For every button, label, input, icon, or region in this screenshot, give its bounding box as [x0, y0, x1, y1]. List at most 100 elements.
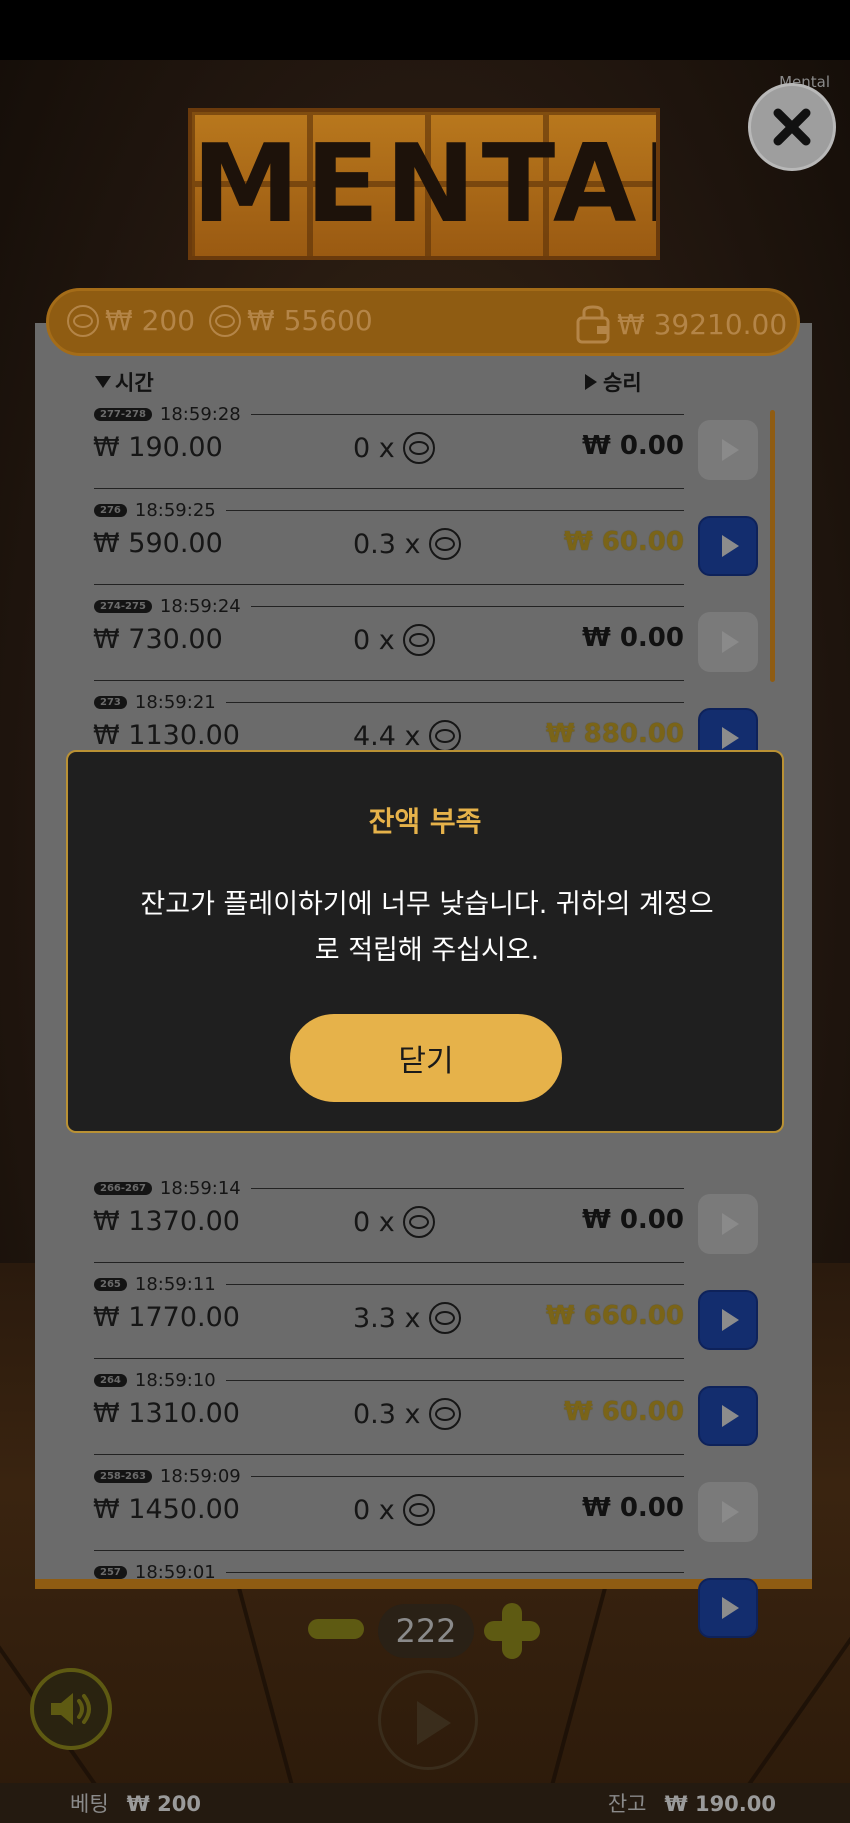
row-time: 18:59:10 [134, 1370, 216, 1391]
play-icon [722, 535, 739, 557]
row-bet: ₩ 1130.00 [93, 720, 240, 751]
game-logo: MENTAL [188, 108, 660, 260]
row-bet: ₩ 730.00 [93, 624, 223, 655]
row-time: 18:59:28 [159, 404, 241, 425]
minus-button[interactable] [308, 1619, 364, 1639]
row-rule [250, 1476, 684, 1477]
play-icon [722, 727, 739, 749]
coin-icon [402, 1206, 435, 1238]
row-rule [225, 510, 684, 511]
row-bet: ₩ 190.00 [93, 432, 223, 463]
replay-button[interactable] [698, 1482, 758, 1542]
row-multiplier: 0 x [353, 1206, 435, 1238]
play-icon [417, 1701, 451, 1745]
history-row: 258-263 18:59:09 ₩ 1450.00 0 x ₩ 0.00 [58, 1466, 758, 1566]
row-win: ₩ 60.00 [564, 1397, 684, 1427]
max-win-display: ₩ 55600 [209, 304, 373, 337]
wallet-icon [576, 305, 610, 344]
row-rule [250, 1188, 684, 1189]
row-time: 18:59:24 [159, 596, 241, 617]
history-row: 266-267 18:59:14 ₩ 1370.00 0 x ₩ 0.00 [58, 1178, 758, 1278]
replay-button[interactable] [698, 1386, 758, 1446]
bet-amount-display: ₩ 200 [67, 304, 195, 337]
row-divider [94, 1358, 684, 1359]
row-time: 18:59:25 [134, 500, 216, 521]
dialog-message-line2: 로 적립해 주십시오. [314, 935, 540, 966]
row-bet: ₩ 1770.00 [93, 1302, 240, 1333]
replay-button[interactable] [698, 1290, 758, 1350]
row-multiplier: 4.4 x [353, 720, 461, 752]
row-divider [94, 1262, 684, 1263]
replay-button[interactable] [698, 420, 758, 480]
row-header: 277-278 18:59:28 [94, 404, 684, 425]
sound-toggle-button[interactable] [30, 1668, 112, 1750]
row-win: ₩ 660.00 [545, 1301, 684, 1331]
replay-button[interactable] [698, 1194, 758, 1254]
round-badge: 273 [94, 696, 127, 709]
history-row: 276 18:59:25 ₩ 590.00 0.3 x ₩ 60.00 [58, 500, 758, 600]
history-scrollbar[interactable] [770, 410, 775, 682]
coin-icon [67, 304, 99, 337]
wallet-balance-display: ₩ 39210.00 [575, 304, 787, 344]
close-button[interactable] [748, 83, 836, 171]
row-multiplier: 0.3 x [353, 1398, 461, 1430]
row-time: 18:59:14 [159, 1178, 241, 1199]
row-rule [225, 1572, 684, 1573]
row-time: 18:59:21 [134, 692, 216, 713]
row-bet: ₩ 590.00 [93, 528, 223, 559]
row-bet: ₩ 1450.00 [93, 1494, 240, 1525]
insufficient-balance-dialog: 잔액 부족 잔고가 플레이하기에 너무 낮습니다. 귀하의 계정으 로 적립해 … [66, 750, 784, 1133]
dialog-title: 잔액 부족 [368, 805, 482, 838]
coin-icon [428, 720, 461, 752]
logo-text: MENTAL [192, 122, 656, 247]
win-column-header[interactable]: 승리 [585, 367, 642, 397]
history-row: 265 18:59:11 ₩ 1770.00 3.3 x ₩ 660.00 [58, 1274, 758, 1374]
speaker-icon [51, 1693, 91, 1725]
coin-icon [402, 432, 435, 464]
row-header: 264 18:59:10 [94, 1370, 684, 1391]
dialog-close-button[interactable]: 닫기 [290, 1014, 562, 1102]
replay-button[interactable] [698, 516, 758, 576]
row-win: ₩ 0.00 [582, 431, 684, 461]
stepper-value: 222 [378, 1604, 474, 1658]
close-icon [773, 108, 811, 146]
row-divider [94, 1550, 684, 1551]
balance-bar: ₩ 200 ₩ 55600 ₩ 39210.00 [46, 288, 800, 356]
row-multiplier: 0 x [353, 1494, 435, 1526]
round-badge: 258-263 [94, 1470, 152, 1483]
play-icon [722, 439, 739, 461]
row-header: 276 18:59:25 [94, 500, 684, 521]
round-badge: 266-267 [94, 1182, 152, 1195]
coin-icon [428, 1398, 461, 1430]
dialog-message-line1: 잔고가 플레이하기에 너무 낮습니다. 귀하의 계정으 [140, 889, 714, 920]
play-icon [722, 1405, 739, 1427]
footer-bet: 베팅 ₩ 200 [70, 1792, 201, 1816]
round-badge: 277-278 [94, 408, 152, 421]
row-divider [94, 680, 684, 681]
play-icon [722, 1597, 739, 1619]
row-win: ₩ 0.00 [582, 1493, 684, 1523]
row-multiplier: 0.3 x [353, 528, 461, 560]
dialog-message: 잔고가 플레이하기에 너무 낮습니다. 귀하의 계정으 로 적립해 주십시오. [108, 882, 746, 974]
play-icon [722, 1213, 739, 1235]
round-badge: 264 [94, 1374, 127, 1387]
sort-right-icon [585, 374, 597, 390]
round-badge: 265 [94, 1278, 127, 1291]
row-header: 257 18:59:01 [94, 1562, 684, 1583]
row-multiplier: 0 x [353, 432, 435, 464]
replay-button[interactable] [698, 612, 758, 672]
coin-icon [428, 528, 461, 560]
row-multiplier: 3.3 x [353, 1302, 461, 1334]
row-header: 258-263 18:59:09 [94, 1466, 684, 1487]
time-column-header[interactable]: 시간 [95, 367, 154, 397]
coin-icon [428, 1302, 461, 1334]
row-time: 18:59:01 [134, 1562, 216, 1583]
row-header: 265 18:59:11 [94, 1274, 684, 1295]
row-multiplier: 0 x [353, 624, 435, 656]
row-divider [94, 488, 684, 489]
spin-button[interactable] [378, 1670, 478, 1770]
replay-button[interactable] [698, 1578, 758, 1638]
row-time: 18:59:09 [159, 1466, 241, 1487]
row-divider [94, 1454, 684, 1455]
row-win: ₩ 0.00 [582, 623, 684, 653]
